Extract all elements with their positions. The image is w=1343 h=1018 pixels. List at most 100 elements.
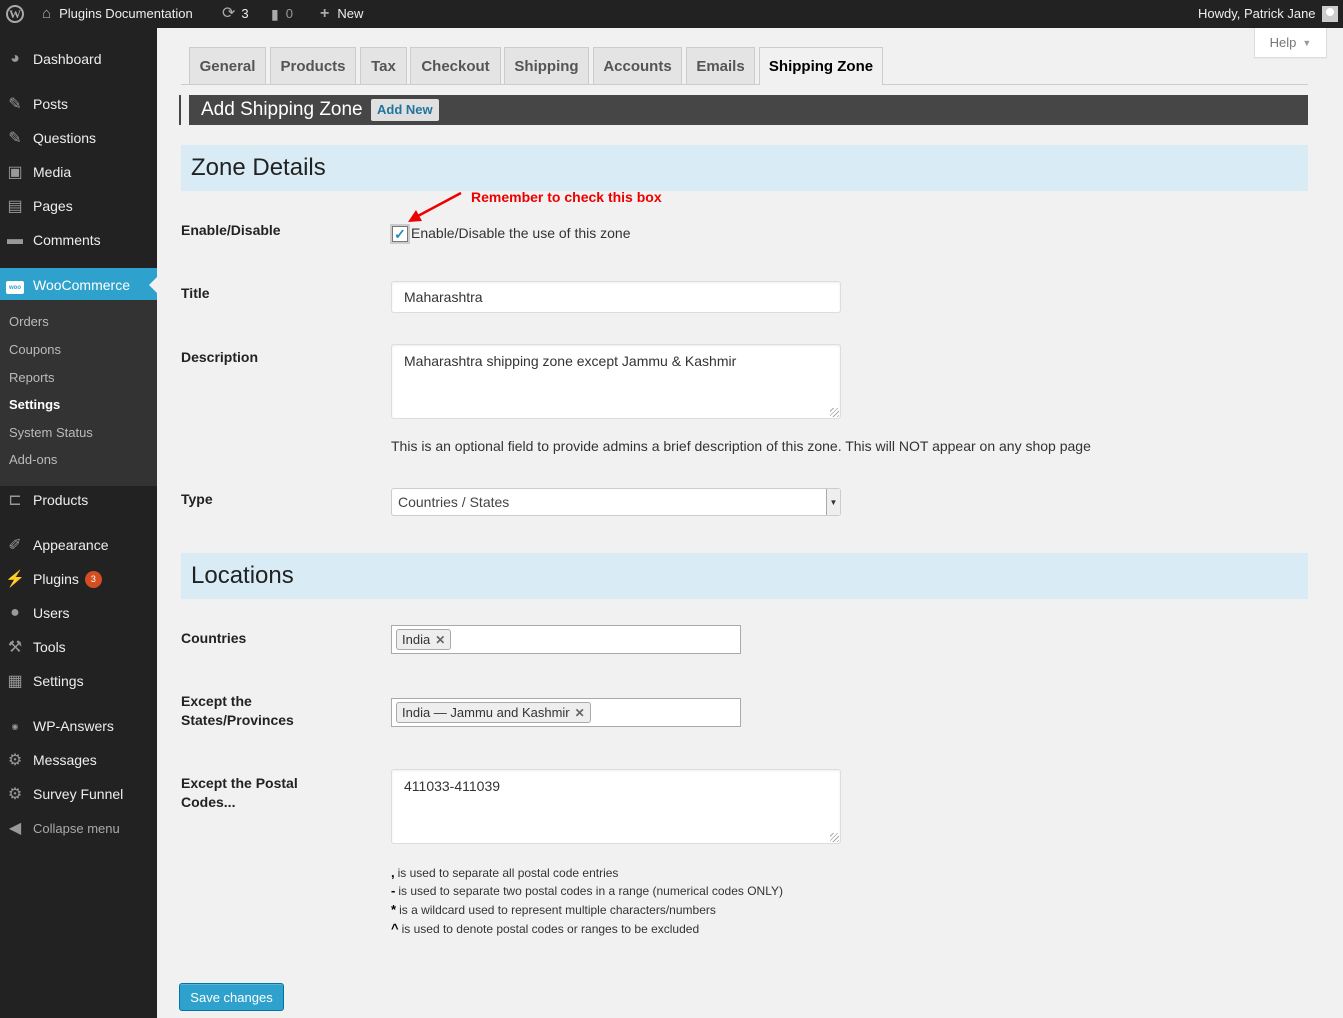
menu-appearance[interactable]: ✐ Appearance (0, 528, 157, 562)
description-textarea[interactable]: Maharashtra shipping zone except Jammu &… (391, 344, 841, 419)
add-new-button[interactable]: Add New (371, 99, 439, 121)
tab-shipping-zone[interactable]: Shipping Zone (759, 47, 883, 85)
tab-emails[interactable]: Emails (686, 47, 755, 84)
type-select-value: Countries / States (398, 494, 510, 510)
type-select[interactable]: Countries / States ▼ (391, 488, 841, 516)
menu-pages[interactable]: ▤ Pages (0, 189, 157, 223)
except-postal-textarea[interactable]: 411033-411039 (391, 769, 841, 844)
countries-select[interactable]: India ✕ (391, 625, 741, 654)
description-value: Maharashtra shipping zone except Jammu &… (404, 353, 737, 369)
admin-menu: ◕ Dashboard ✎ Posts ✎ Questions ▣ Media … (0, 28, 157, 1018)
menu-label: Media (33, 164, 72, 180)
woocommerce-submenu: Orders Coupons Reports Settings System S… (0, 300, 157, 486)
wrench-icon: ⚒ (7, 639, 23, 656)
zone-details-heading: Zone Details (181, 145, 1308, 191)
my-account-link[interactable]: Howdy, Patrick Jane (1198, 0, 1338, 28)
menu-label: Products (33, 492, 89, 508)
postal-hint-dash: - is used to separate two postal codes in… (391, 883, 783, 898)
tab-accounts[interactable]: Accounts (593, 47, 682, 84)
menu-wp-answers[interactable]: ◉ WP-Answers (0, 709, 157, 743)
resize-handle-icon[interactable] (830, 408, 839, 417)
except-states-label: Except the States/Provinces (181, 693, 294, 728)
submenu-reports[interactable]: Reports (9, 368, 55, 388)
menu-label: Questions (33, 130, 97, 146)
postal-hint-caret: ^ is used to denote postal codes or range… (391, 921, 699, 936)
menu-woocommerce[interactable]: woo WooCommerce (0, 268, 157, 302)
menu-plugins[interactable]: ⚡ Plugins 3 (0, 562, 157, 596)
page-title: Add Shipping Zone (201, 99, 363, 120)
comments-link[interactable]: ▮ 0 (271, 0, 293, 28)
gear-icon: ⚙ (7, 786, 23, 803)
submenu-add-ons[interactable]: Add-ons (9, 450, 57, 470)
menu-media[interactable]: ▣ Media (0, 155, 157, 189)
menu-comments[interactable]: ▬ Comments (0, 223, 157, 257)
hint-symbol: , (391, 865, 395, 880)
hint-text: is used to separate two postal codes in … (398, 884, 783, 898)
menu-posts[interactable]: ✎ Posts (0, 87, 157, 121)
country-chip: India ✕ (396, 629, 452, 650)
tab-checkout[interactable]: Checkout (410, 47, 501, 84)
avatar (1321, 6, 1338, 22)
submenu-system-status[interactable]: System Status (9, 423, 93, 443)
pages-icon: ▤ (7, 198, 23, 215)
page-header-bar: Add Shipping Zone Add New (181, 95, 1308, 125)
plus-icon: + (320, 5, 330, 22)
wordpress-logo-icon[interactable]: W (6, 0, 24, 28)
enable-checkbox[interactable]: ✓ (392, 226, 408, 242)
plugins-badge: 3 (84, 570, 102, 588)
menu-tools[interactable]: ⚒ Tools (0, 630, 157, 664)
hint-text: is used to denote postal codes or ranges… (401, 922, 700, 936)
help-tab[interactable]: Help ▼ (1254, 28, 1327, 58)
menu-label: Collapse menu (33, 820, 120, 836)
media-icon: ▣ (7, 164, 23, 181)
menu-users[interactable]: ● Users (0, 596, 157, 630)
collapse-menu-button[interactable]: ◀ Collapse menu (0, 811, 157, 845)
tab-products[interactable]: Products (270, 47, 356, 84)
menu-messages[interactable]: ⚙ Messages (0, 743, 157, 777)
enable-label: Enable/Disable (181, 222, 281, 238)
tab-tax[interactable]: Tax (360, 47, 407, 84)
menu-survey-funnel[interactable]: ⚙ Survey Funnel (0, 777, 157, 811)
new-content-link[interactable]: + New (320, 0, 363, 28)
menu-label: Comments (33, 232, 101, 248)
tab-shipping[interactable]: Shipping (504, 47, 589, 84)
collapse-icon: ◀ (8, 820, 22, 837)
menu-products[interactable]: ⊏ Products (0, 483, 157, 517)
hint-symbol: - (391, 883, 396, 898)
plug-icon: ⚡ (5, 571, 25, 588)
menu-label: Posts (33, 96, 69, 112)
close-icon[interactable]: ✕ (435, 633, 445, 647)
submenu-orders[interactable]: Orders (9, 312, 49, 332)
refresh-icon: ⟳ (222, 5, 236, 22)
menu-label: WooCommerce (33, 277, 130, 293)
hint-symbol: * (391, 902, 397, 917)
locations-heading: Locations (181, 553, 1308, 599)
resize-handle-icon[interactable] (830, 833, 839, 842)
close-icon[interactable]: ✕ (575, 706, 585, 720)
state-chip: India — Jammu and Kashmir ✕ (396, 702, 591, 723)
tab-general[interactable]: General (189, 47, 266, 84)
menu-label: Dashboard (33, 51, 102, 67)
title-input[interactable]: Maharashtra (391, 281, 841, 313)
postal-hint-comma: , is used to separate all postal code ent… (391, 865, 618, 880)
menu-settings[interactable]: ▦ Settings (0, 664, 157, 698)
updates-link[interactable]: ⟳ 3 (222, 0, 249, 28)
submenu-coupons[interactable]: Coupons (9, 340, 61, 360)
save-changes-button[interactable]: Save changes (179, 983, 284, 1011)
title-label: Title (181, 285, 210, 301)
postal-hint-asterisk: * is a wildcard used to represent multipl… (391, 902, 716, 917)
menu-label: WP-Answers (33, 718, 114, 734)
annotation-text: Remember to check this box (471, 189, 662, 205)
woo-icon: ◉ (11, 721, 19, 731)
new-label: New (337, 6, 364, 21)
submenu-settings[interactable]: Settings (9, 395, 60, 415)
except-states-select[interactable]: India — Jammu and Kashmir ✕ (391, 698, 741, 727)
user-icon: ● (10, 604, 20, 621)
menu-dashboard[interactable]: ◕ Dashboard (0, 42, 157, 76)
dashboard-icon: ◕ (10, 50, 20, 67)
menu-questions[interactable]: ✎ Questions (0, 121, 157, 155)
settings-icon: ▦ (7, 673, 23, 690)
hint-symbol: ^ (391, 921, 399, 936)
site-name-link[interactable]: ⌂ Plugins Documentation (42, 0, 193, 28)
comments-count: 0 (285, 6, 293, 21)
